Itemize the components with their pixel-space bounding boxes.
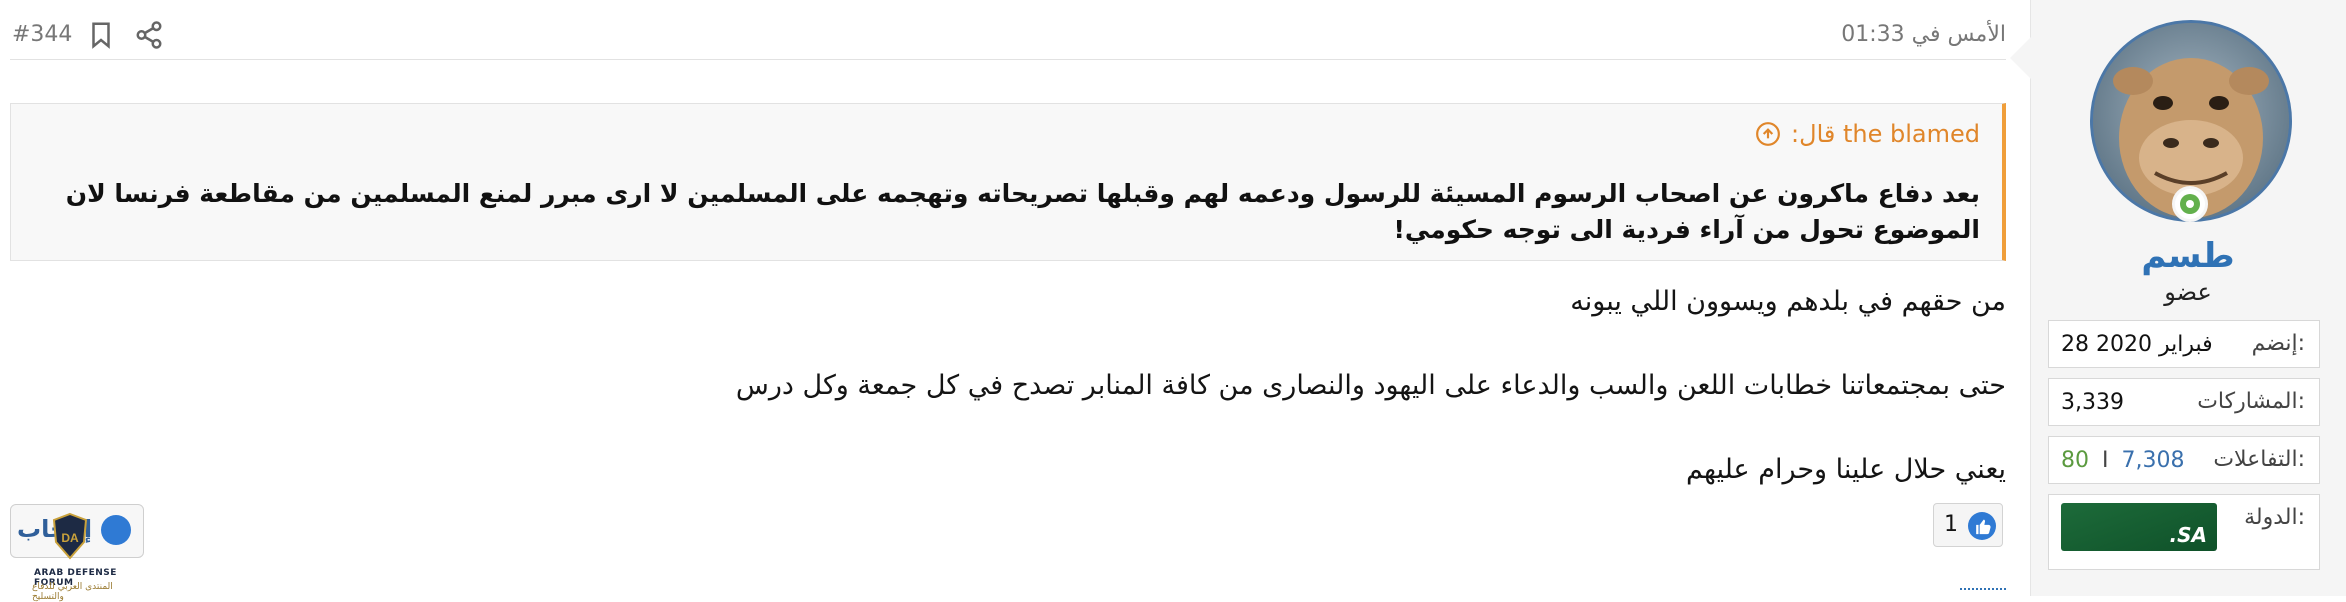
stat-joined-value: 28 فبراير 2020 <box>2061 332 2213 357</box>
stat-reactions-label: التفاعلات: <box>2213 447 2305 472</box>
post-number[interactable]: #344 <box>12 22 72 47</box>
stat-country-label: الدولة: <box>2244 505 2305 530</box>
post-line-1: من حقهم في بلدهم ويسوون اللي يبونه <box>1570 286 2006 317</box>
share-icon[interactable] <box>134 20 164 52</box>
post-line-2: حتى بمجتمعاتنا خطابات اللعن والسب والدعا… <box>735 370 2006 401</box>
flag-text: .SA <box>2169 523 2207 547</box>
reactions-blue-value[interactable]: 7,308 <box>2122 448 2185 473</box>
header-divider <box>10 59 2006 60</box>
thumbs-up-icon <box>101 515 131 545</box>
country-flag-image: .SA <box>2061 503 2217 551</box>
stat-joined-label: إنضم: <box>2251 331 2305 356</box>
online-indicator-icon <box>2172 186 2208 222</box>
reactions-separator: I <box>2102 448 2109 473</box>
shield-emblem-icon: DA <box>52 512 88 560</box>
arrow-up-circle-icon[interactable] <box>1755 121 1781 147</box>
user-title: عضو <box>2164 278 2212 306</box>
like-icon <box>1968 512 1996 540</box>
stat-country: الدولة: .SA <box>2048 494 2320 570</box>
panel-arrow <box>2010 36 2032 80</box>
logo-arabic: المنتدى العربي للدفاع والتسليح <box>32 582 113 602</box>
bookmark-icon[interactable] <box>86 20 116 52</box>
bottom-link[interactable] <box>1960 584 2006 590</box>
stat-reactions: التفاعلات: 80 I 7,308 <box>2048 436 2320 484</box>
stat-reactions-values: 80 I 7,308 <box>2061 448 2184 473</box>
stat-messages: المشاركات: 3,339 <box>2048 378 2320 426</box>
post-date[interactable]: الأمس في 01:33 <box>1841 22 2006 47</box>
stat-messages-value[interactable]: 3,339 <box>2061 390 2124 415</box>
quote-attribution[interactable]: the blamed قال: <box>1755 120 1980 148</box>
stat-joined: إنضم: 28 فبراير 2020 <box>2048 320 2320 368</box>
quote-block: the blamed قال: بعد دفاع ماكرون عن اصحاب… <box>10 103 2006 261</box>
like-count: 1 <box>1944 512 1958 537</box>
username[interactable]: طسم <box>2030 236 2346 276</box>
svg-text:DA: DA <box>61 531 79 545</box>
stat-messages-label: المشاركات: <box>2197 389 2305 414</box>
quote-text: بعد دفاع ماكرون عن اصحاب الرسوم المسيئة … <box>65 179 1980 244</box>
reaction-summary[interactable]: 1 <box>1933 503 2003 547</box>
quote-author[interactable]: the blamed قال: <box>1791 120 1980 148</box>
post-line-3: يعني حلال علينا وحرام عليهم <box>1686 454 2006 485</box>
reactions-green-value: 80 <box>2061 448 2089 473</box>
forum-logo-watermark: إعجاب DA ARAB DEFENSE FORUM المنتدى العر… <box>10 504 144 602</box>
